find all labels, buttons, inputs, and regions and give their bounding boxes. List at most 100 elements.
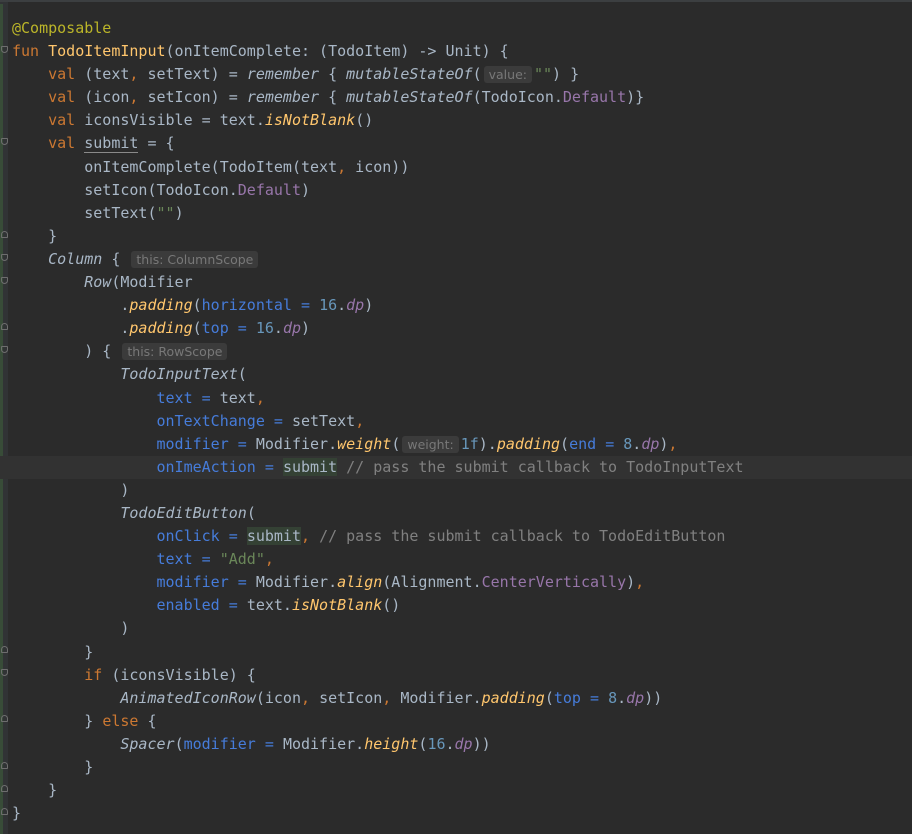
code-token: (onItemComplete: (TodoItem) -> Unit) { [165, 42, 509, 61]
fold-end-icon[interactable] [1, 762, 8, 769]
code-token: horizontal = [201, 296, 320, 315]
code-line[interactable]: val iconsVisible = text.isNotBlank() [12, 109, 912, 132]
code-line[interactable]: } [12, 641, 912, 664]
code-token: { [102, 249, 130, 268]
code-token: (Modifier [111, 273, 193, 292]
fold-start-icon[interactable] [1, 277, 8, 284]
code-token: (TodoIcon. [472, 88, 563, 107]
code-token: "" [156, 203, 175, 222]
code-token: onTextChange = [156, 411, 292, 430]
change-marker [0, 4, 3, 834]
code-line[interactable]: text = "Add", [12, 548, 912, 571]
code-token: Row [84, 273, 112, 292]
fold-start-icon[interactable] [1, 46, 8, 53]
code-token: 1f [460, 434, 479, 453]
code-token: { [319, 65, 347, 84]
fold-start-icon[interactable] [1, 669, 8, 676]
code-token: ( [174, 734, 184, 753]
code-token: (icon [255, 688, 301, 707]
code-token: 8 [608, 688, 618, 707]
code-token: TodoInputText [120, 365, 238, 384]
code-token: end = [569, 434, 624, 453]
code-line[interactable]: text = text, [12, 387, 912, 410]
code-editor[interactable]: @Composable fun TodoItemInput(onItemCompl… [0, 0, 912, 834]
code-line[interactable]: val submit = { [12, 132, 912, 155]
code-line[interactable]: .padding(top = 16.dp) [12, 317, 912, 340]
code-line[interactable]: onItemComplete(TodoItem(text, icon)) [12, 156, 912, 179]
code-token: . [12, 319, 130, 338]
code-token: , [129, 88, 148, 107]
code-token: "" [533, 65, 553, 84]
code-token: Default [237, 180, 301, 199]
code-line[interactable]: Spacer(modifier = Modifier.height(16.dp)… [12, 733, 912, 756]
code-token: align [337, 573, 383, 592]
code-line[interactable]: enabled = text.isNotBlank() [12, 594, 912, 617]
code-line[interactable]: onImeAction = submit // pass the submit … [0, 455, 912, 479]
code-line[interactable]: Row(Modifier [12, 271, 912, 294]
code-token: 16 [427, 734, 446, 753]
code-token: val [48, 65, 85, 84]
fold-end-icon[interactable] [1, 808, 8, 815]
code-line[interactable]: val (icon, setIcon) = remember { mutable… [12, 86, 912, 109]
code-token: , [301, 688, 320, 707]
code-token: (text [84, 65, 130, 84]
code-token: ( [472, 65, 482, 84]
code-line[interactable]: } else { [12, 710, 912, 733]
code-line[interactable]: onTextChange = setText, [12, 410, 912, 433]
code-line[interactable]: } [12, 225, 912, 248]
code-line[interactable]: val (text, setText) = remember { mutable… [12, 63, 912, 86]
code-line[interactable]: } [12, 802, 912, 825]
code-token: padding [129, 319, 193, 338]
code-line[interactable]: ) { this: RowScope [12, 340, 912, 363]
code-token: setText [291, 411, 356, 430]
code-token: text = [156, 388, 220, 407]
code-line[interactable]: fun TodoItemInput(onItemComplete: (TodoI… [12, 40, 912, 63]
code-token: . [337, 296, 347, 315]
code-line[interactable]: setIcon(TodoIcon.Default) [12, 179, 912, 202]
code-line[interactable]: AnimatedIconRow(icon, setIcon, Modifier.… [12, 687, 912, 710]
code-token: ( [192, 319, 202, 338]
fold-end-icon[interactable] [1, 646, 8, 653]
code-line[interactable]: } [12, 756, 912, 779]
code-token: () [382, 596, 401, 615]
fold-end-icon[interactable] [1, 231, 8, 238]
code-token: . [273, 319, 283, 338]
code-line[interactable]: ) [12, 479, 912, 502]
code-line[interactable]: } [12, 779, 912, 802]
code-line[interactable]: modifier = Modifier.weight(weight: 1f).pa… [12, 433, 912, 456]
code-line[interactable]: .padding(horizontal = 16.dp) [12, 294, 912, 317]
fold-end-icon[interactable] [1, 785, 8, 792]
fold-start-icon[interactable] [1, 346, 8, 353]
code-line[interactable]: onClick = submit, // pass the submit cal… [12, 525, 912, 548]
code-token: , [129, 65, 148, 84]
code-line[interactable]: @Composable [12, 17, 912, 40]
code-token: TodoEditButton [120, 503, 247, 522]
code-token: Modifier. [255, 573, 338, 592]
code-line[interactable]: ) [12, 617, 912, 640]
code-token: isNotBlank [291, 596, 383, 615]
fold-start-icon[interactable] [1, 254, 8, 261]
inlay-hint: weight: [402, 435, 459, 453]
code-line[interactable]: modifier = Modifier.align(Alignment.Cent… [12, 571, 912, 594]
code-line[interactable]: if (iconsVisible) { [12, 664, 912, 687]
fold-end-icon[interactable] [1, 715, 8, 722]
code-token: if [84, 665, 112, 684]
code-line[interactable]: setText("") [12, 202, 912, 225]
editor-gutter [0, 2, 8, 834]
code-area[interactable]: @Composable fun TodoItemInput(onItemCompl… [0, 17, 912, 825]
code-line[interactable]: TodoEditButton( [12, 502, 912, 525]
code-token: (icon [84, 88, 130, 107]
code-token: ) [364, 296, 374, 315]
code-token: setIcon [319, 688, 383, 707]
code-line[interactable]: TodoInputText( [12, 363, 912, 386]
fold-start-icon[interactable] [1, 138, 8, 145]
code-line[interactable]: Column { this: ColumnScope [12, 248, 912, 271]
code-token: onImeAction = [156, 457, 283, 476]
fold-end-icon[interactable] [1, 323, 8, 330]
